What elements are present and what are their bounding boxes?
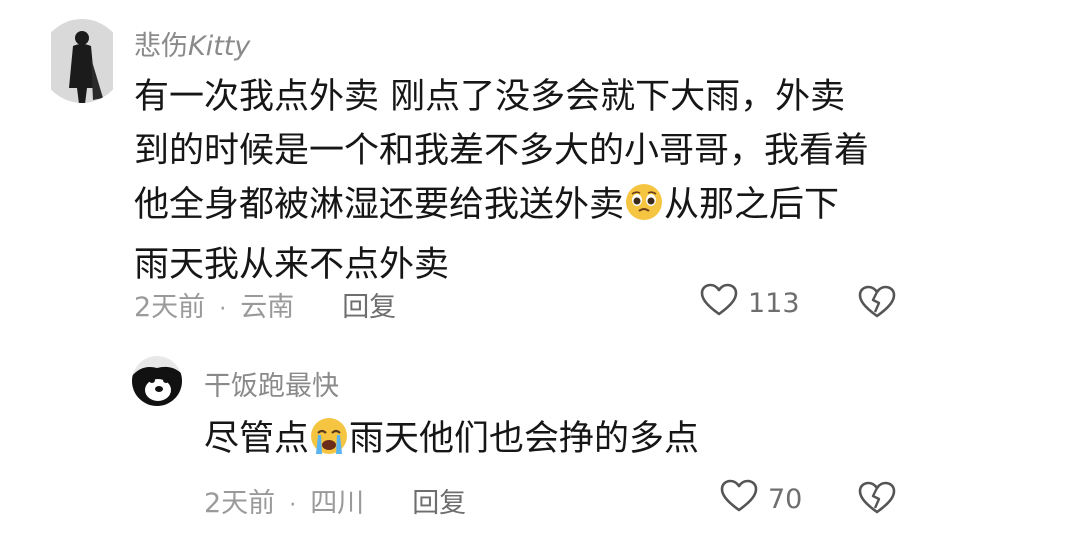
- comment-line: 有一次我点外卖 刚点了没多会就下大雨，外卖: [134, 77, 846, 117]
- location: 云南: [240, 292, 295, 323]
- separator-dot: ·: [289, 493, 297, 518]
- dislike-button[interactable]: [858, 285, 896, 323]
- username[interactable]: 悲伤Kitty: [134, 24, 250, 63]
- like-count: 113: [748, 288, 800, 319]
- broken-heart-icon: [858, 481, 896, 519]
- heart-icon: [720, 479, 758, 520]
- comment-line: 到的时候是一个和我差不多大的小哥哥，我看着: [134, 131, 870, 171]
- heart-icon: [700, 283, 738, 324]
- username-suffix: Kitty: [188, 31, 251, 62]
- location: 四川: [310, 488, 365, 519]
- reply-button[interactable]: 回复: [342, 292, 396, 323]
- timestamp: 2天前: [204, 488, 276, 519]
- comment-meta: 2天前 · 云南 回复: [134, 285, 396, 324]
- crying-face-icon: [309, 416, 349, 472]
- comment-line: 他全身都被淋湿还要给我送外卖 从那之后下: [134, 178, 869, 238]
- comment-meta: 2天前 · 四川 回复: [204, 481, 466, 520]
- like-button[interactable]: 113: [700, 283, 800, 324]
- pleading-face-icon: [624, 182, 664, 238]
- like-button[interactable]: 70: [720, 479, 802, 520]
- dislike-button[interactable]: [858, 481, 896, 519]
- broken-heart-icon: [858, 285, 896, 323]
- timestamp: 2天前: [134, 292, 206, 323]
- username-prefix: 悲伤: [134, 31, 188, 62]
- username[interactable]: 干饭跑最快: [204, 364, 339, 403]
- comment-text: 有一次我点外卖 刚点了没多会就下大雨，外卖 到的时候是一个和我差不多大的小哥哥，…: [134, 70, 869, 292]
- separator-dot: ·: [219, 297, 227, 322]
- like-count: 70: [768, 484, 803, 515]
- comment-text: 尽管点 雨天他们也会挣的多点: [204, 412, 699, 472]
- avatar[interactable]: [51, 18, 113, 104]
- reply-button[interactable]: 回复: [412, 488, 466, 519]
- avatar[interactable]: [132, 356, 182, 406]
